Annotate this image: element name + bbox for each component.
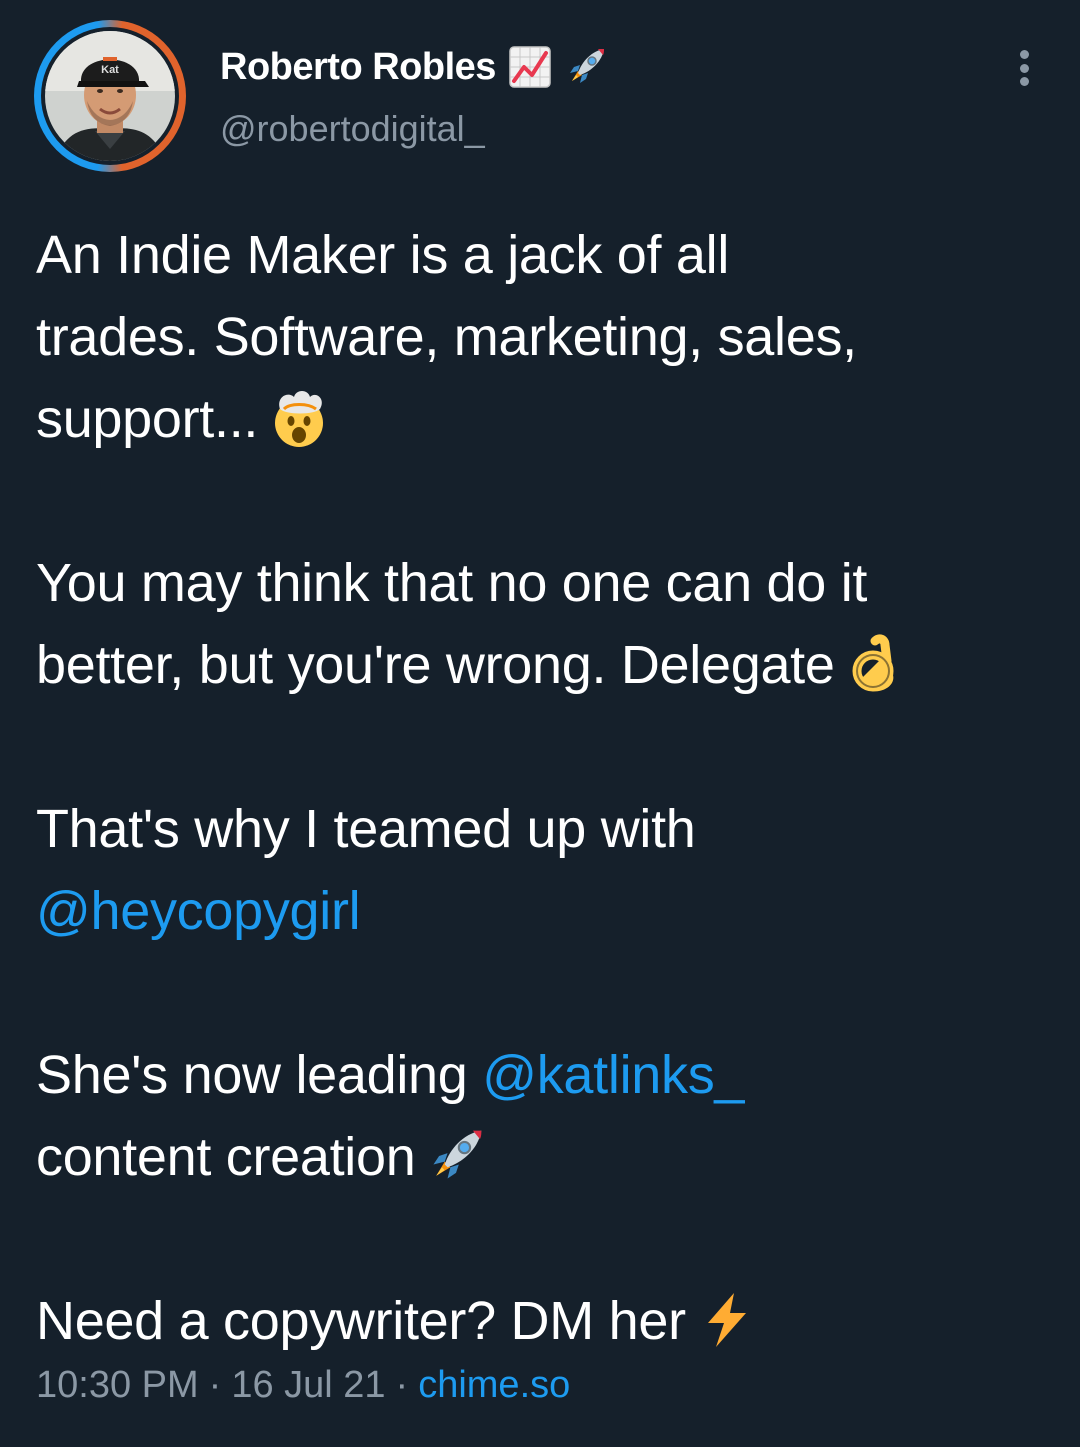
avatar[interactable]: Kat (45, 31, 175, 161)
text-line: content creation (36, 1127, 416, 1187)
text-line: She's now leading (36, 1045, 468, 1105)
text-line: Need a copywriter? DM her (36, 1291, 686, 1351)
more-dot-icon (1019, 77, 1029, 86)
more-options-button[interactable] (1006, 46, 1042, 90)
text-line: better, but you're wrong. Delegate (36, 635, 835, 695)
ok-hand-icon (845, 633, 907, 695)
avatar-ring[interactable]: Kat (34, 20, 186, 172)
tweet-meta: 10:30 PM · 16 Jul 21 · chime.so (36, 1364, 570, 1407)
paragraph: She's now leading @katlinks_ content cre… (36, 1034, 1046, 1198)
mention-link[interactable]: @katlinks_ (482, 1045, 744, 1105)
tweet-date[interactable]: 16 Jul 21 (231, 1364, 385, 1406)
exploding-head-icon (268, 387, 330, 449)
author-name-row[interactable]: Roberto Robles (220, 40, 608, 94)
tweet: Kat Roberto Robles @robertodigital_ An I… (0, 0, 1080, 1447)
paragraph: An Indie Maker is a jack of all trades. … (36, 214, 1046, 460)
more-dot-icon (1019, 63, 1029, 73)
high-voltage-icon (696, 1289, 758, 1351)
rocket-icon (564, 45, 608, 89)
mention-link[interactable]: @heycopygirl (36, 881, 361, 941)
paragraph: Need a copywriter? DM her (36, 1280, 1046, 1362)
tweet-text: An Indie Maker is a jack of all trades. … (36, 214, 1046, 1362)
tweet-time[interactable]: 10:30 PM (36, 1364, 199, 1406)
text-line: That's why I teamed up with (36, 799, 696, 859)
paragraph: That's why I teamed up with @heycopygirl (36, 788, 1046, 952)
separator: · (395, 1364, 409, 1406)
text-line: support... (36, 389, 259, 449)
svg-text:Kat: Kat (101, 64, 119, 76)
more-dot-icon (1019, 50, 1029, 59)
text-line: An Indie Maker is a jack of all (36, 225, 730, 285)
display-name[interactable]: Roberto Robles (220, 46, 496, 89)
text-line: trades. Software, marketing, sales, (36, 307, 857, 367)
author-handle[interactable]: @robertodigital_ (220, 108, 485, 150)
separator: · (208, 1364, 222, 1406)
paragraph: You may think that no one can do it bett… (36, 542, 1046, 706)
avatar-frame: Kat (41, 27, 179, 165)
rocket-icon (425, 1125, 487, 1187)
source-link[interactable]: chime.so (418, 1364, 570, 1406)
text-line: You may think that no one can do it (36, 553, 868, 613)
chart-increasing-icon (508, 45, 552, 89)
